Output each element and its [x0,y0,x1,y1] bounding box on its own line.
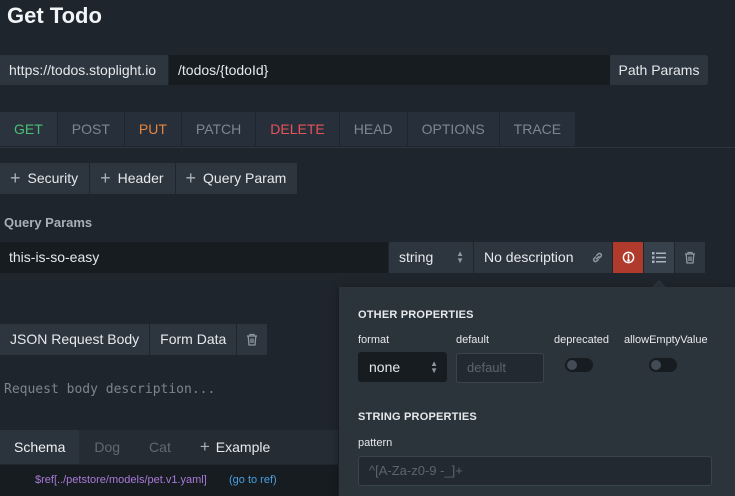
schema-tabs: Schema Dog Cat + Example [0,430,338,464]
plus-icon: + [185,168,197,188]
query-param-row: this-is-so-easy string ▲ ▼ No description [0,242,706,273]
tab-get[interactable]: GET [0,112,57,146]
tab-dog[interactable]: Dog [80,430,135,464]
plus-icon: + [100,168,111,188]
add-security-label: Security [27,170,79,186]
param-properties-popover: OTHER PROPERTIES format default deprecat… [339,287,735,496]
tab-options[interactable]: OPTIONS [407,112,499,146]
format-value: none [369,359,401,375]
plus-icon: + [199,437,210,456]
tab-form-data[interactable]: Form Data [150,324,237,355]
add-example-label: Example [215,439,271,455]
path-input[interactable]: /todos/{todoId} [169,55,610,85]
tab-post[interactable]: POST [57,112,124,146]
deprecated-label: deprecated [554,334,610,346]
pattern-label: pattern [358,437,393,449]
page-title: Get Todo [7,3,102,28]
tab-json-request-body[interactable]: JSON Request Body [0,324,150,355]
body-tabs: JSON Request Body Form Data [0,324,268,355]
string-properties-heading: STRING PROPERTIES [358,411,477,423]
add-toolbar: + Security + Header + Query Param [0,163,298,194]
add-header-label: Header [117,170,164,186]
required-icon[interactable] [613,242,643,273]
tab-trace[interactable]: TRACE [499,112,576,146]
param-description-button[interactable]: No description [474,242,582,273]
divider [0,147,735,148]
allow-empty-value-label: allowEmptyValue [624,334,708,346]
tab-cat[interactable]: Cat [135,430,185,464]
default-input[interactable]: default [456,353,544,383]
url-bar: https://todos.stoplight.io /todos/{todoI… [0,55,708,85]
properties-list-icon[interactable] [644,242,674,273]
param-type-value: string [399,249,434,265]
trash-icon[interactable] [675,242,705,273]
link-icon[interactable] [582,242,612,273]
tab-patch[interactable]: PATCH [181,112,256,146]
deprecated-toggle[interactable] [565,358,593,372]
request-body-description[interactable]: Request body description... [4,382,215,397]
trash-icon[interactable] [237,324,268,355]
base-url-select[interactable]: https://todos.stoplight.io [0,55,168,85]
plus-icon: + [10,168,21,188]
format-select[interactable]: none ▲ ▼ [358,352,447,382]
tab-head[interactable]: HEAD [339,112,407,146]
tab-put[interactable]: PUT [124,112,181,146]
allow-empty-value-toggle[interactable] [649,358,677,372]
pattern-input[interactable]: ^[A-Za-z0-9 -_]+ [358,456,712,486]
add-security-button[interactable]: + Security [0,163,90,194]
format-label: format [358,334,390,346]
param-type-select[interactable]: string ▲ ▼ [389,242,473,273]
schema-ref: $ref[../petstore/models/pet.v1.yaml] [35,474,207,486]
add-header-button[interactable]: + Header [90,163,175,194]
query-params-heading: Query Params [4,215,93,230]
schema-ref-row: $ref[../petstore/models/pet.v1.yaml] (go… [0,465,338,496]
default-label: default [456,334,490,346]
path-params-button[interactable]: Path Params [610,55,708,85]
add-example-button[interactable]: + Example [186,430,284,464]
tab-schema[interactable]: Schema [0,430,80,464]
method-tabs: GET POST PUT PATCH DELETE HEAD OPTIONS T… [0,112,576,146]
param-name-input[interactable]: this-is-so-easy [0,242,388,273]
tab-delete[interactable]: DELETE [256,112,339,146]
add-query-param-button[interactable]: + Query Param [175,163,298,194]
caret-updown-icon: ▲ ▼ [456,249,464,265]
add-query-param-label: Query Param [203,170,287,186]
caret-updown-icon: ▲ ▼ [430,359,438,375]
other-properties-heading: OTHER PROPERTIES [358,309,474,321]
go-to-ref-link[interactable]: (go to ref) [229,474,277,486]
